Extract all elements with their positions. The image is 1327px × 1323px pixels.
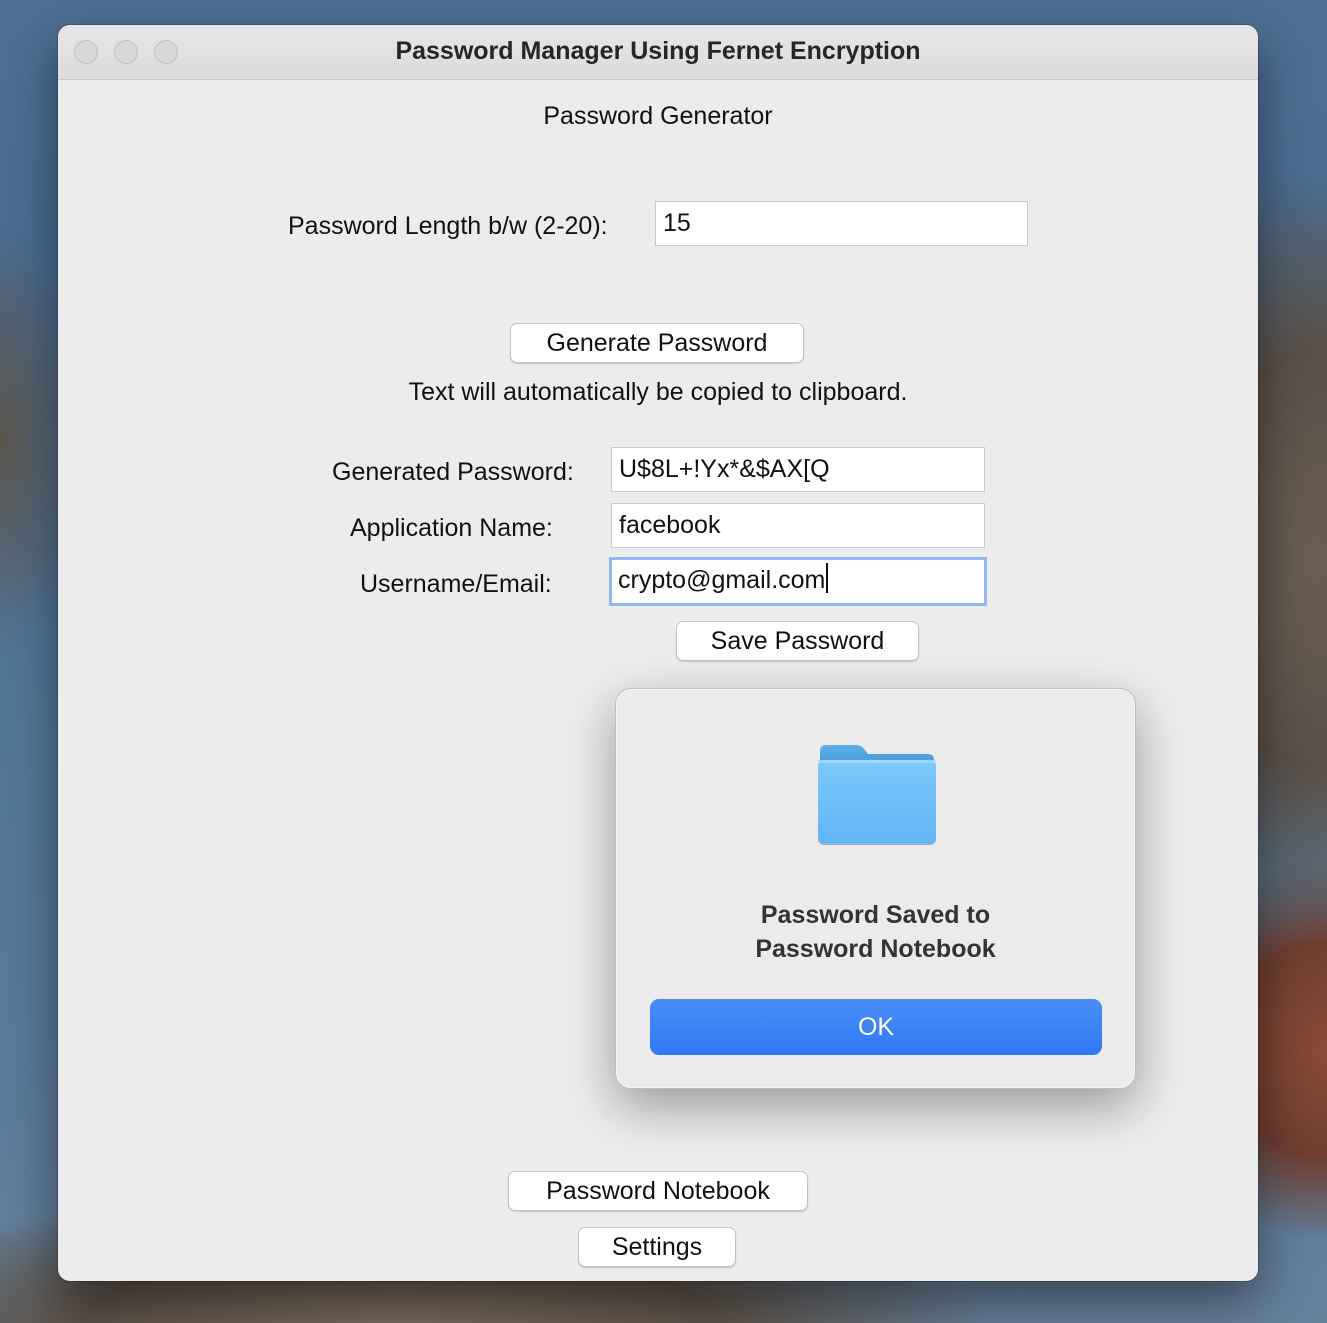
application-name-field[interactable]: facebook — [611, 503, 985, 548]
alert-dialog: Password Saved to Password Notebook OK — [615, 688, 1136, 1089]
clipboard-note: Text will automatically be copied to cli… — [408, 378, 908, 406]
username-email-field[interactable]: crypto@gmail.com — [609, 557, 987, 606]
text-caret — [826, 563, 829, 593]
app-window: Password Manager Using Fernet Encryption… — [58, 25, 1258, 1281]
password-length-input[interactable]: 15 — [655, 201, 1028, 246]
generated-password-field[interactable]: U$8L+!Yx*&$AX[Q — [611, 447, 985, 492]
application-name-label: Application Name: — [350, 514, 553, 542]
window-title: Password Manager Using Fernet Encryption — [395, 37, 921, 65]
password-notebook-button[interactable]: Password Notebook — [508, 1171, 808, 1211]
dialog-message-line2: Password Notebook — [755, 935, 996, 963]
generate-password-button[interactable]: Generate Password — [510, 323, 804, 363]
folder-icon — [818, 745, 936, 845]
save-password-button[interactable]: Save Password — [676, 621, 919, 661]
password-length-label: Password Length b/w (2-20): — [288, 212, 608, 240]
title-bar[interactable]: Password Manager Using Fernet Encryption — [58, 25, 1258, 80]
username-email-label: Username/Email: — [360, 570, 552, 598]
generated-password-label: Generated Password: — [332, 458, 574, 486]
username-email-value: crypto@gmail.com — [618, 566, 826, 594]
dialog-message-line1: Password Saved to — [760, 901, 991, 929]
ok-button[interactable]: OK — [650, 999, 1102, 1055]
settings-button[interactable]: Settings — [578, 1227, 736, 1267]
page-heading: Password Generator — [543, 102, 773, 130]
